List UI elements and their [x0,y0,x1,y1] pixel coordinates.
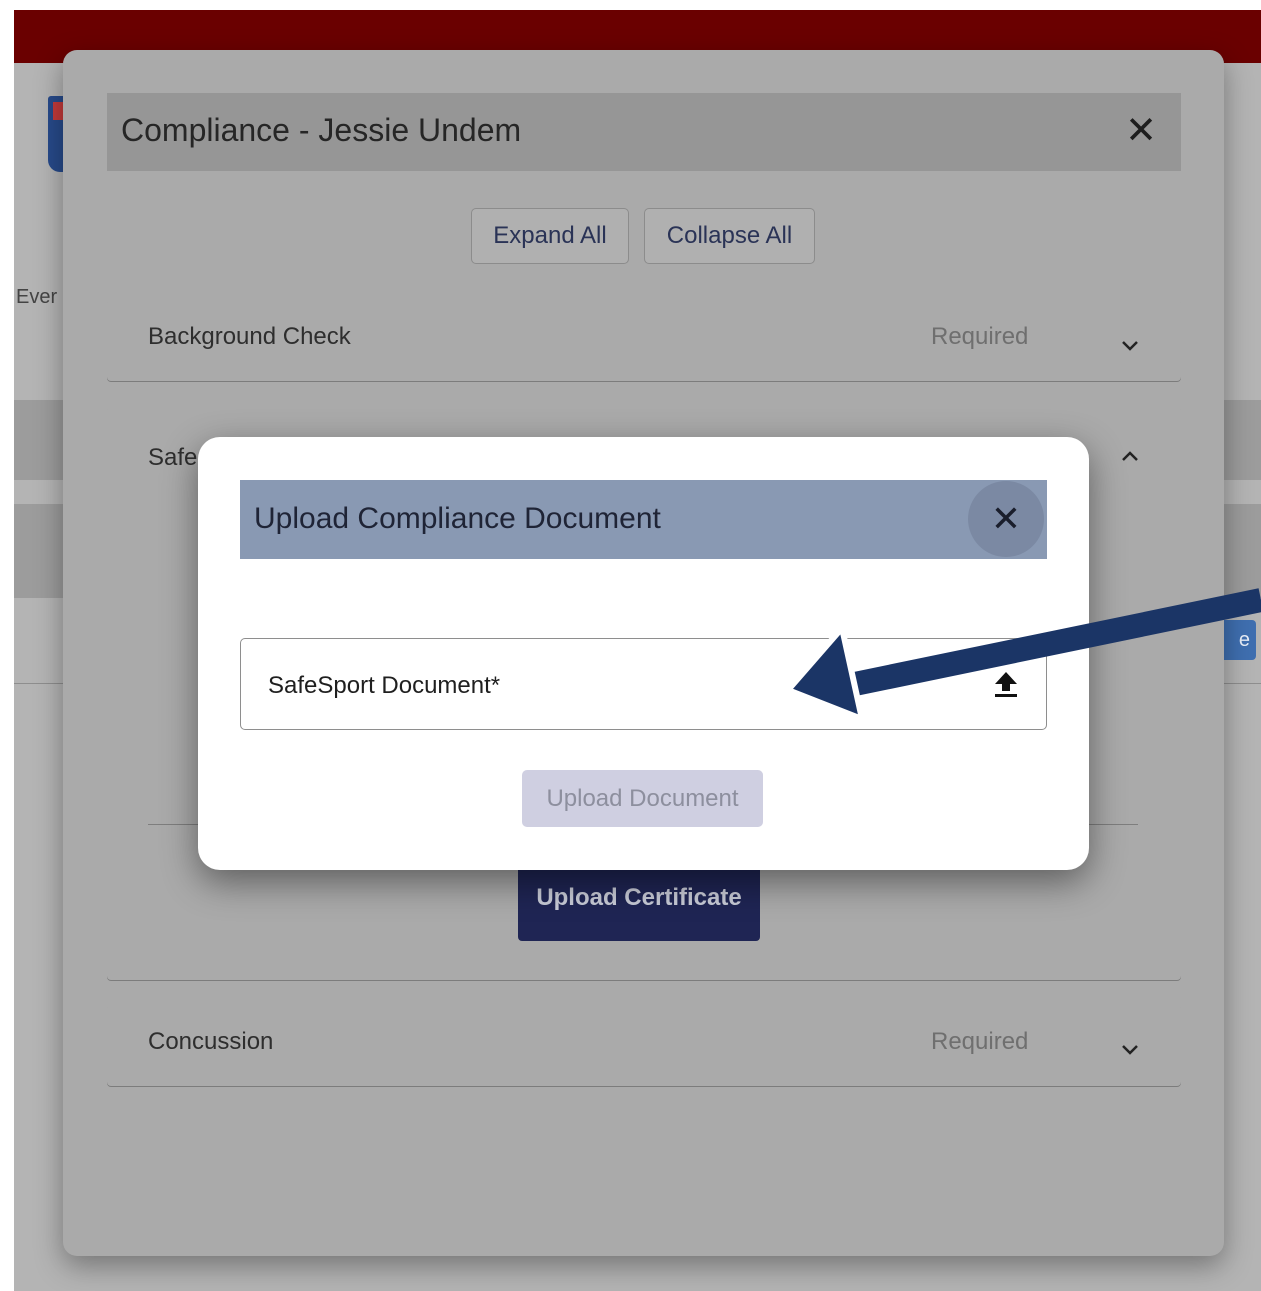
background-nav-item: Ever [16,286,58,308]
compliance-dialog-title: Compliance - Jessie Undem [121,112,522,148]
chevron-down-icon[interactable] [1114,330,1146,362]
collapse-all-button[interactable]: Collapse All [644,208,815,264]
accordion-title: Safe [148,444,198,471]
chevron-up-icon[interactable] [1114,441,1146,473]
accordion-title: Concussion [148,1028,274,1055]
upload-modal-title: Upload Compliance Document [254,502,661,535]
expand-all-button[interactable]: Expand All [471,208,629,264]
upload-icon[interactable] [990,666,1022,700]
chevron-down-icon[interactable] [1114,1034,1146,1066]
status-badge: Required [931,323,1029,350]
file-input-label: SafeSport Document* [268,672,501,699]
close-icon[interactable]: ✕ [1118,106,1164,156]
accordion-title: Background Check [148,323,351,350]
close-icon[interactable]: ✕ [968,481,1044,557]
upload-document-button[interactable]: Upload Document [522,770,763,827]
status-badge: Required [931,1028,1029,1055]
screen: Ever e Compliance - Jessie Undem ✕ Expan… [0,0,1261,1291]
